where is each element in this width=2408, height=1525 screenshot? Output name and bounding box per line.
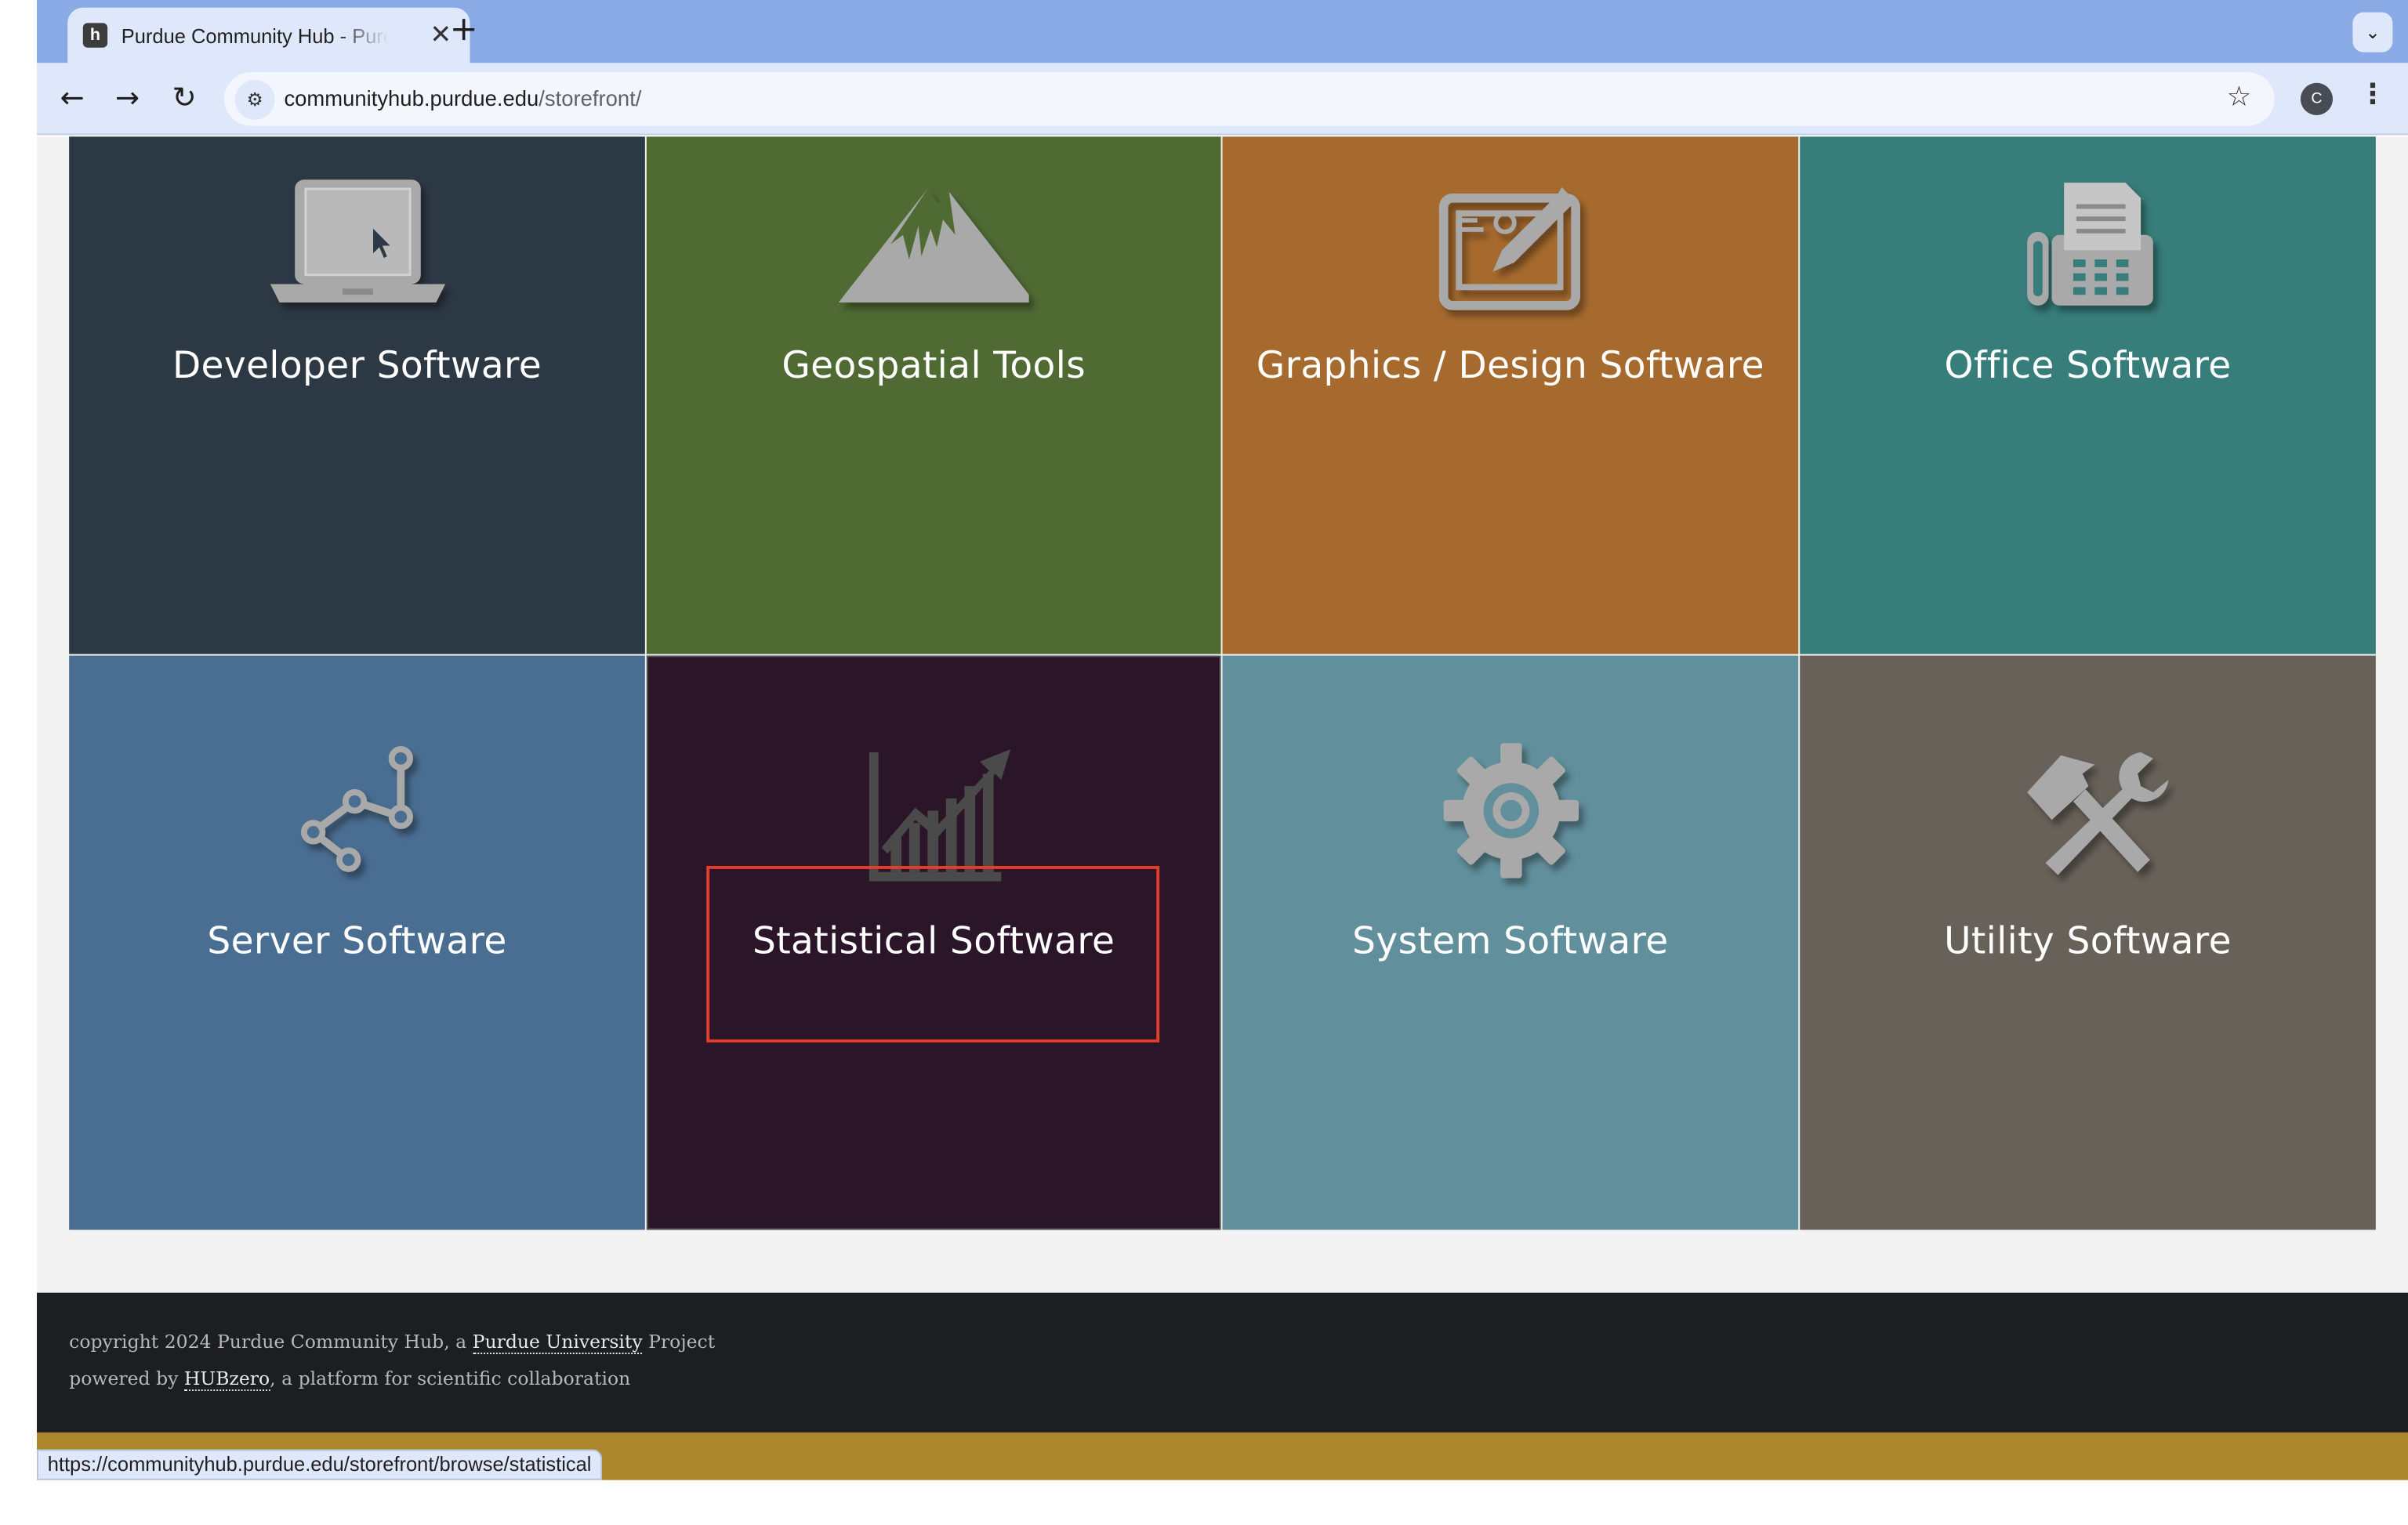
highlight-box — [706, 865, 1160, 1043]
gear-icon — [1442, 743, 1579, 878]
site-footer: copyright 2024 Purdue Community Hub, a P… — [37, 1292, 2408, 1433]
url-host: communityhub.purdue.edu — [284, 85, 539, 111]
url-text[interactable]: communityhub.purdue.edu/storefront/ — [284, 86, 641, 110]
laptop-icon — [269, 179, 445, 302]
drawing-tablet-icon — [1438, 187, 1580, 310]
category-label: Geospatial Tools — [782, 343, 1086, 387]
category-tile-statistical[interactable]: Statistical Software — [646, 655, 1221, 1230]
category-tile-geospatial[interactable]: Geospatial Tools — [646, 136, 1221, 654]
reload-button[interactable]: ↻ — [163, 77, 206, 120]
category-tile-utility[interactable]: Utility Software — [1800, 655, 2376, 1230]
window-edge — [0, 0, 38, 1494]
back-button[interactable]: ← — [51, 77, 94, 120]
category-tile-developer[interactable]: Developer Software — [69, 136, 645, 654]
mountain-icon — [838, 188, 1029, 302]
category-label: Graphics / Design Software — [1256, 343, 1764, 387]
purdue-university-link[interactable]: Purdue University — [472, 1331, 643, 1355]
category-label: Developer Software — [172, 343, 542, 387]
tab-strip: h Purdue Community Hub - Purdue Communit… — [37, 0, 2408, 63]
browser-tab[interactable]: h Purdue Community Hub - Purdue Communit… — [67, 7, 470, 63]
browser-menu-icon[interactable]: ⋮ — [2357, 78, 2388, 110]
copyright-line: copyright 2024 Purdue Community Hub, a P… — [69, 1331, 716, 1355]
network-nodes-icon — [300, 746, 413, 872]
storefront-page: Developer Software Geospatial Tools Grap… — [37, 136, 2408, 1293]
hammer-wrench-icon — [2026, 752, 2168, 875]
copyright-suffix: Project — [642, 1331, 716, 1353]
category-tile-graphics[interactable]: Graphics / Design Software — [1222, 136, 1799, 654]
category-tile-server[interactable]: Server Software — [69, 655, 645, 1230]
category-label: Utility Software — [1944, 919, 2232, 963]
tab-search-button[interactable]: ⌄ — [2352, 12, 2393, 53]
category-label: Office Software — [1944, 343, 2232, 387]
powered-by-text: powered by — [69, 1367, 184, 1390]
url-path: /storefront/ — [539, 85, 642, 111]
new-tab-button[interactable]: + — [448, 11, 479, 49]
status-bar-url: https://communityhub.purdue.edu/storefro… — [37, 1449, 603, 1480]
site-info-icon[interactable]: ⚙ — [234, 79, 275, 120]
address-bar[interactable]: ⚙ communityhub.purdue.edu/storefront/ ☆ — [224, 72, 2275, 126]
category-tile-system[interactable]: System Software — [1222, 655, 1799, 1230]
powered-by-suffix: , a platform for scientific collaboratio… — [270, 1367, 631, 1390]
category-label: System Software — [1352, 919, 1669, 963]
hub-favicon-icon: h — [82, 23, 108, 48]
category-label: Server Software — [207, 919, 507, 963]
browser-toolbar: ← → ↻ ⚙ communityhub.purdue.edu/storefro… — [37, 63, 2408, 136]
profile-avatar[interactable]: C — [2300, 82, 2334, 115]
fax-machine-icon — [2026, 183, 2152, 306]
category-tile-office[interactable]: Office Software — [1800, 136, 2376, 654]
copyright-text: copyright 2024 Purdue Community Hub, a — [69, 1331, 473, 1353]
powered-by-line: powered by HUBzero, a platform for scien… — [69, 1367, 631, 1392]
tab-title: Purdue Community Hub - Purdue Community … — [121, 24, 389, 47]
hubzero-link[interactable]: HUBzero — [183, 1367, 270, 1392]
browser-window: h Purdue Community Hub - Purdue Communit… — [0, 0, 2408, 1494]
bookmark-star-icon[interactable]: ☆ — [2227, 82, 2252, 114]
forward-button[interactable]: → — [106, 77, 149, 120]
